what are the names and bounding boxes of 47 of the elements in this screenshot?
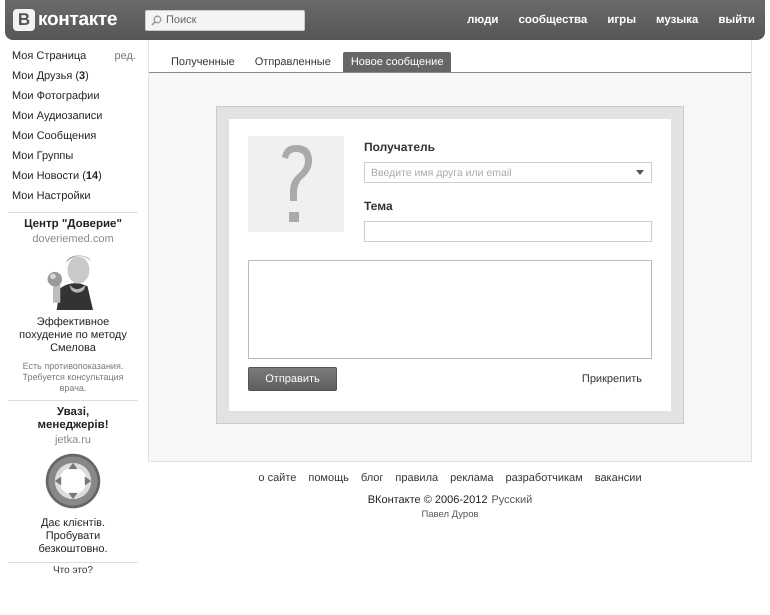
nav-link[interactable]: музыка: [656, 14, 698, 26]
subject-label: Тема: [364, 199, 394, 213]
footer-link[interactable]: реклама: [450, 472, 494, 484]
ad-text[interactable]: Дає клієнтів. Пробувати безкоштовно.: [13, 517, 133, 556]
sidebar-item[interactable]: Мои Настройки: [12, 190, 91, 202]
nav-link[interactable]: люди: [467, 14, 498, 26]
sidebar-item[interactable]: Мои Новости (14): [12, 170, 102, 182]
sidebar-item[interactable]: Мои Друзья (3): [12, 70, 89, 82]
footer-link[interactable]: блог: [360, 472, 384, 484]
sidebar-item[interactable]: Моя Страница: [12, 50, 86, 62]
logo-text[interactable]: контакте: [38, 9, 118, 31]
author-link[interactable]: Павел Дуров: [421, 509, 479, 520]
message-field[interactable]: [248, 260, 652, 359]
recipient-label: Получатель: [364, 140, 436, 154]
tab[interactable]: Полученные: [163, 52, 243, 72]
footer-link[interactable]: правила: [395, 472, 438, 484]
footer-link[interactable]: разработчикам: [506, 472, 583, 484]
logo-mark[interactable]: В: [13, 9, 35, 31]
recipient-dropdown[interactable]: Введите имя друга или email: [364, 162, 652, 183]
sidebar-item[interactable]: Мои Группы: [12, 150, 74, 162]
ad-title[interactable]: Центр "Доверие": [24, 218, 122, 231]
tab[interactable]: Новое сообщение: [342, 52, 452, 72]
ad-domain[interactable]: jetka.ru: [54, 434, 92, 446]
send-button[interactable]: Отправить: [248, 367, 337, 391]
subject-field[interactable]: [364, 221, 652, 242]
nav-link[interactable]: сообщества: [518, 14, 588, 26]
ad-text[interactable]: Эффективное похудение по методу Смелова: [13, 316, 133, 355]
sidebar-item[interactable]: Мои Фотографии: [12, 90, 100, 102]
dropdown-caret-icon: [636, 170, 644, 175]
nav-link[interactable]: выйти: [718, 14, 755, 26]
sidebar-item[interactable]: Мои Сообщения: [12, 130, 96, 142]
footer-link[interactable]: о сайте: [258, 472, 296, 484]
nav-link[interactable]: игры: [607, 14, 636, 26]
ad-domain[interactable]: doveriemed.com: [32, 233, 114, 245]
footer-link[interactable]: помощь: [308, 472, 349, 484]
tab[interactable]: Отправленные: [246, 52, 339, 72]
what-is-this-link[interactable]: Что это?: [8, 562, 138, 576]
ad-disclaimer: Есть противопоказания. Требуется консультация врача.: [22, 361, 124, 394]
attach-link[interactable]: Прикрепить: [582, 373, 642, 385]
copyright-text: ВКонтакте © 2006-2012: [368, 494, 488, 506]
search-icon: [151, 14, 162, 26]
sidebar-item[interactable]: Мои Аудиозаписи: [12, 110, 102, 122]
edit-link[interactable]: ред.: [114, 50, 136, 62]
footer-link[interactable]: вакансии: [594, 472, 642, 484]
language-link[interactable]: Русский: [491, 494, 532, 506]
search-field[interactable]: Поиск: [145, 10, 305, 30]
ad-title[interactable]: Увазі, менеджерів!: [21, 406, 125, 432]
